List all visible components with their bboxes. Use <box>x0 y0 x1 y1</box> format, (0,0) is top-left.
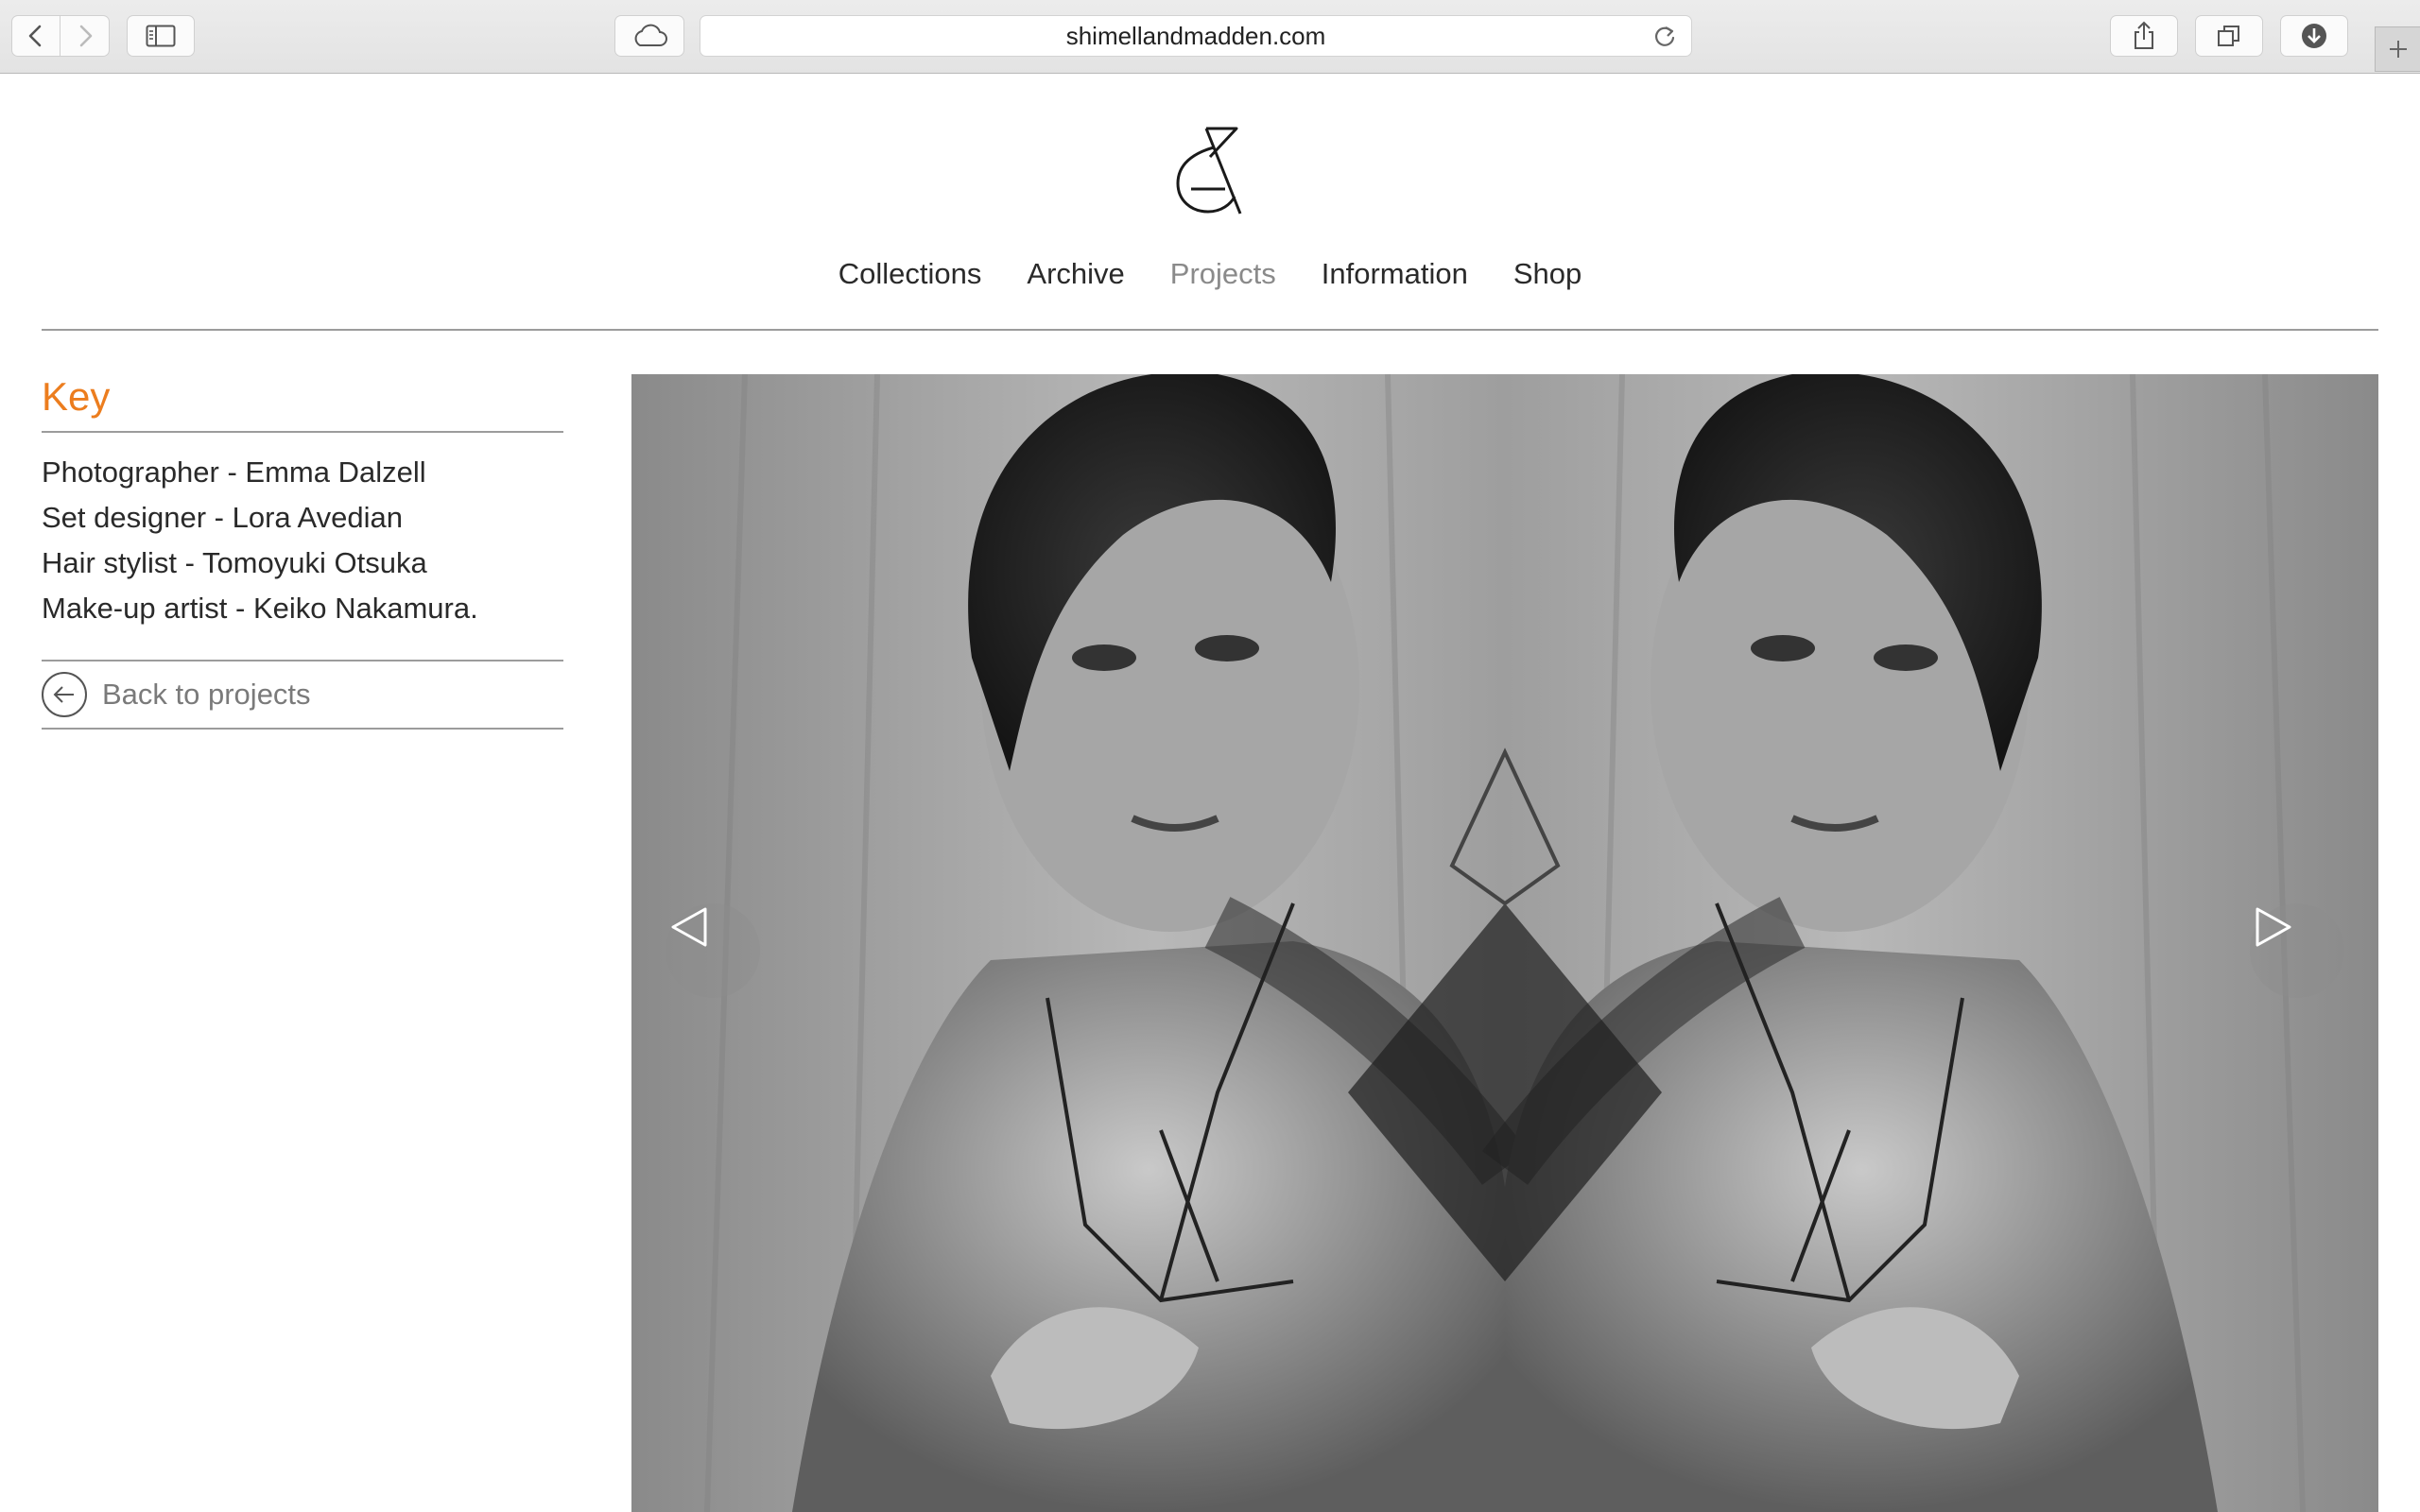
triangle-left-icon <box>671 907 707 947</box>
fashion-photograph <box>631 374 2378 1512</box>
previous-image-button[interactable] <box>666 903 760 998</box>
nav-information[interactable]: Information <box>1322 257 1468 291</box>
chevron-left-icon <box>28 25 42 47</box>
credit-makeup-artist: Make-up artist - Keiko Nakamura. <box>42 592 478 625</box>
ampersand-logo <box>1176 127 1242 215</box>
back-to-projects-link[interactable]: Back to projects <box>42 662 563 728</box>
new-tab-button[interactable] <box>2375 26 2420 72</box>
project-sidebar: Key Photographer - Emma Dalzell Set desi… <box>42 370 563 730</box>
nav-archive[interactable]: Archive <box>1027 257 1124 291</box>
divider <box>42 728 563 730</box>
url-text: shimellandmadden.com <box>1065 21 1326 50</box>
plus-icon <box>2389 41 2407 58</box>
download-icon <box>2302 24 2326 48</box>
credit-set-designer: Set designer - Lora Avedian <box>42 501 404 534</box>
share-button[interactable] <box>2110 15 2178 57</box>
credit-hair-stylist: Hair stylist - Tomoyuki Otsuka <box>42 546 427 579</box>
nav-projects[interactable]: Projects <box>1170 257 1276 291</box>
nav-shop[interactable]: Shop <box>1513 257 1582 291</box>
address-bar[interactable]: shimellandmadden.com <box>700 15 1692 57</box>
project-photo <box>631 374 2378 1512</box>
sidebar-toggle-button[interactable] <box>127 15 195 57</box>
credits-list: Photographer - Emma Dalzell Set designer… <box>42 433 563 660</box>
share-icon <box>2135 21 2153 49</box>
tabs-overview-icon <box>2218 26 2239 46</box>
triangle-right-icon <box>2256 907 2291 947</box>
cloud-icon <box>634 24 667 46</box>
back-to-projects-label: Back to projects <box>102 678 311 711</box>
site-logo[interactable] <box>1167 125 1252 219</box>
credit-photographer: Photographer - Emma Dalzell <box>42 455 426 489</box>
main-navigation: Collections Archive Projects Information… <box>0 257 2420 291</box>
header-divider <box>42 329 2378 331</box>
chevron-right-icon <box>79 25 92 47</box>
browser-toolbar: shimellandmadden.com <box>0 0 2420 74</box>
sidebar-icon <box>146 25 176 47</box>
reload-icon <box>1654 26 1675 46</box>
show-all-tabs-button[interactable] <box>2195 15 2263 57</box>
reload-button[interactable] <box>1651 24 1678 50</box>
downloads-button[interactable] <box>2280 15 2348 57</box>
icloud-tabs-button[interactable] <box>614 15 684 57</box>
next-image-button[interactable] <box>2250 903 2344 998</box>
back-button[interactable] <box>11 15 60 57</box>
nav-collections[interactable]: Collections <box>838 257 982 291</box>
arrow-left-circle-icon <box>42 672 87 717</box>
forward-button[interactable] <box>60 15 110 57</box>
key-heading: Key <box>42 374 111 419</box>
